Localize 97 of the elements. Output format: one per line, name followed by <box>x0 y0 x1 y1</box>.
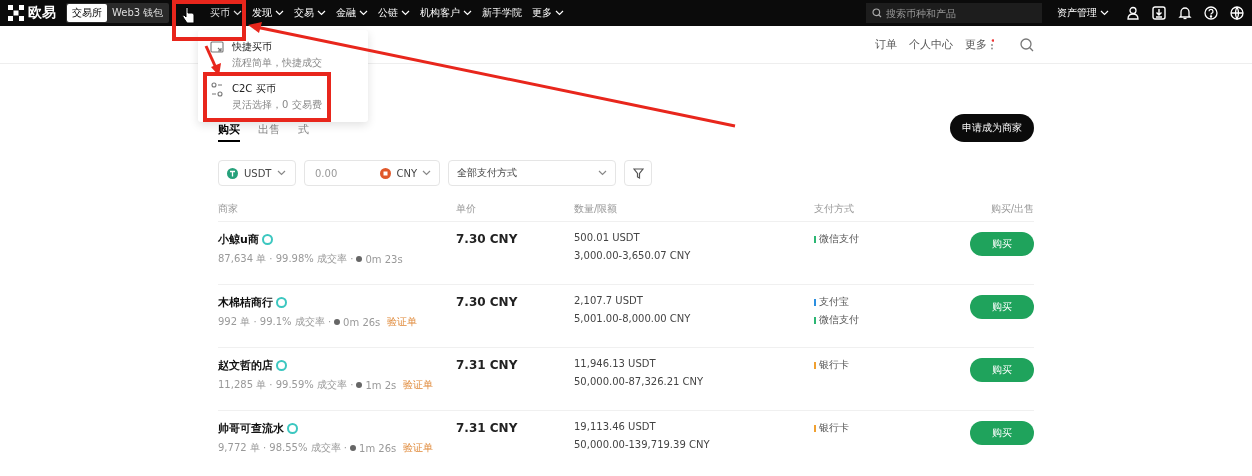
tab[interactable]: 购买 <box>218 122 240 142</box>
tab[interactable]: 出售 <box>258 122 280 142</box>
merchant-name[interactable]: 木棉桔商行 <box>218 295 273 310</box>
mode-tab[interactable]: Web3 钱包 <box>107 4 169 22</box>
caret-icon <box>401 10 411 16</box>
verified-badge-icon <box>287 423 298 434</box>
quantity-text: 11,946.13 USDT <box>574 358 657 369</box>
payment-method: 支付宝 <box>819 295 849 309</box>
search-field[interactable]: 搜索币种和产品 <box>866 3 1042 23</box>
card-icon <box>210 40 224 54</box>
column-header: 支付方式 <box>814 202 855 216</box>
caret-icon <box>1100 10 1109 16</box>
dropdown-item-description: 流程简单，快捷成交 <box>232 56 322 70</box>
caret-icon <box>275 10 285 16</box>
payment-method: 银行卡 <box>819 358 849 372</box>
clock-icon <box>356 256 363 262</box>
caret-icon <box>598 170 607 176</box>
apply-merchant-button[interactable]: 申请成为商家 <box>950 114 1034 142</box>
bell-icon <box>1178 6 1192 20</box>
clock-icon <box>356 382 363 388</box>
quantity-text: 2,107.7 USDT <box>574 295 644 306</box>
sub-nav-link[interactable]: 更多 <box>965 37 987 52</box>
coin-icon <box>227 167 238 179</box>
price-text: 7.30 CNY <box>456 295 519 311</box>
download-icon <box>1152 6 1166 20</box>
payment-method: 银行卡 <box>819 421 849 435</box>
nav-menu-item[interactable]: 交易 <box>289 3 332 23</box>
globe-icon <box>1230 6 1244 20</box>
column-header: 购买/出售 <box>989 202 1034 216</box>
response-time: 1m 2s <box>365 379 397 391</box>
caret-icon <box>359 10 369 16</box>
verified-badge-icon <box>276 360 287 371</box>
sub-nav-link[interactable]: 个人中心 <box>909 37 953 52</box>
nav-menu-item[interactable]: 新手学院 <box>477 3 528 23</box>
clock-icon <box>334 319 341 325</box>
merchant-name[interactable]: 赵文哲的店 <box>218 358 273 373</box>
limit-text: 50,000.00-87,326.21 CNY <box>574 376 705 387</box>
verified-tag: 验证单 <box>403 378 434 392</box>
assets-menu[interactable]: 资产管理 <box>1052 3 1114 23</box>
caret-icon <box>555 10 565 16</box>
nav-menu-item[interactable]: 金融 <box>331 3 374 23</box>
merchant-name[interactable]: 小鲸u商 <box>218 232 259 247</box>
merchant-name[interactable]: 帅哥可查流水 <box>218 421 284 436</box>
search-icon <box>1020 37 1034 52</box>
fiat-select[interactable]: CNY <box>380 167 431 179</box>
exchange-icon <box>210 82 224 98</box>
limit-text: 50,000.00-139,719.39 CNY <box>574 439 711 450</box>
more-dots-icon <box>990 38 994 51</box>
payment-method: 微信支付 <box>819 232 859 246</box>
caret-icon <box>233 10 243 16</box>
response-time: 0m 26s <box>343 316 381 328</box>
quantity-text: 19,113.46 USDT <box>574 421 657 432</box>
limit-text: 5,001.00-8,000.00 CNY <box>574 313 692 324</box>
merchant-stats: 9,772 单 · 98.55% 成交率 · <box>218 441 347 455</box>
clock-icon <box>350 445 356 451</box>
search-icon <box>872 8 882 18</box>
nav-menu-item[interactable]: 买币 <box>205 3 248 23</box>
filter-button[interactable] <box>624 160 652 186</box>
payment-select[interactable]: 全部支付方式 <box>448 160 616 186</box>
caret-icon <box>422 170 431 176</box>
verified-badge-icon <box>276 297 287 308</box>
logo-icon <box>8 5 24 21</box>
caret-icon <box>463 10 473 16</box>
column-header: 单价 <box>456 202 477 216</box>
dropdown-item[interactable]: C2C 买币 <box>232 82 322 96</box>
verified-tag: 验证单 <box>387 315 418 329</box>
user-icon <box>1126 6 1140 20</box>
merchant-stats: 11,285 单 · 99.59% 成交率 · <box>218 378 354 392</box>
sub-nav-link[interactable]: 订单 <box>875 37 897 52</box>
verified-tag: 验证单 <box>403 441 434 455</box>
dropdown-item-description: 灵活选择，0 交易费 <box>232 98 322 112</box>
crypto-select[interactable]: USDT <box>218 160 296 186</box>
caret-icon <box>277 170 287 176</box>
column-header: 数量/限额 <box>574 202 619 216</box>
nav-menu-item[interactable]: 公链 <box>373 3 416 23</box>
nav-menu-item[interactable]: 更多 <box>527 3 570 23</box>
response-time: 1m 26s <box>359 442 397 454</box>
merchant-stats: 87,634 单 · 99.98% 成交率 · <box>218 252 354 266</box>
currency-icon <box>380 167 392 179</box>
dropdown-item[interactable]: 快捷买币 <box>232 40 322 54</box>
help-icon <box>1204 6 1218 20</box>
merchant-stats: 992 单 · 99.1% 成交率 · <box>218 315 332 329</box>
column-header: 商家 <box>218 202 239 216</box>
tab[interactable]: 式 <box>298 122 309 142</box>
caret-icon <box>317 10 327 16</box>
price-text: 7.31 CNY <box>456 358 519 374</box>
nav-menu-item[interactable]: 机构客户 <box>415 3 478 23</box>
quantity-text: 500.01 USDT <box>574 232 641 243</box>
filter-icon <box>632 167 644 179</box>
price-text: 7.31 CNY <box>456 421 519 437</box>
payment-method: 微信支付 <box>819 313 859 327</box>
mode-tab[interactable]: 交易所 <box>67 4 107 22</box>
logo-text: 欧易 <box>28 4 56 22</box>
limit-text: 3,000.00-3,650.07 CNY <box>574 250 692 261</box>
verified-badge-icon <box>261 234 273 245</box>
response-time: 0m 23s <box>365 253 403 265</box>
price-text: 7.30 CNY <box>456 232 519 248</box>
